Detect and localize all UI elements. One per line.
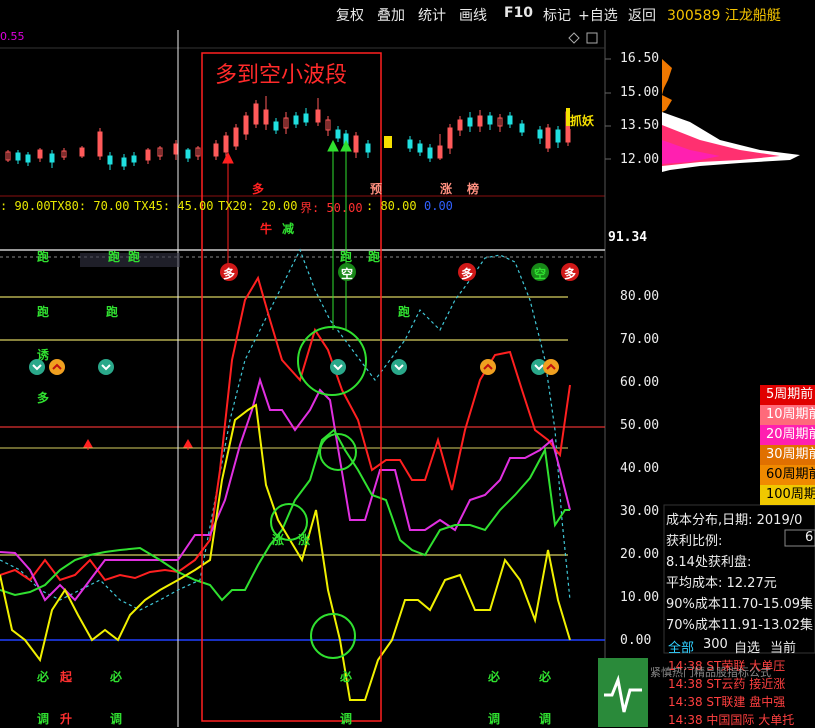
signal-bi: 必	[110, 670, 123, 684]
signal-pao: 跑	[108, 250, 121, 264]
signal-pao: 跑	[106, 305, 119, 319]
ticker-row[interactable]: 14:38 中国国际 大单托	[668, 711, 794, 728]
magenta-series	[0, 376, 571, 602]
signal-pao: 跑	[37, 305, 50, 319]
indicator-current-value: 91.34	[608, 230, 648, 245]
period-legend-5: 5周期前	[760, 385, 815, 405]
tag-zhang: 涨	[440, 182, 453, 196]
period-legend-60: 60周期前	[760, 465, 815, 485]
signal-duo-green: 多	[37, 391, 50, 405]
legend-item: TX45: 45.00	[134, 199, 214, 213]
signal-bi: 必	[37, 670, 50, 684]
price-tick: 13.50	[620, 118, 660, 133]
signal-tiao: 调	[488, 712, 501, 726]
indicator-tick: 60.00	[620, 375, 660, 390]
cost-70-range: 70%成本11.91-13.02集	[666, 618, 814, 633]
candlesticks	[5, 96, 571, 170]
signal-duo: 多	[223, 267, 236, 281]
tab-watchlist[interactable]: 自选	[734, 637, 760, 656]
average-cost: 平均成本: 12.27元	[666, 576, 777, 591]
signal-zhang: 涨	[298, 533, 311, 547]
tag-bang: 榜	[467, 182, 480, 196]
tag-yu: 预	[370, 182, 383, 196]
profit-ratio-value[interactable]: 6	[805, 530, 813, 545]
price-axis-ticks	[605, 58, 611, 160]
chip-distribution	[662, 59, 800, 172]
green-series	[0, 428, 570, 602]
signal-circles	[270, 326, 367, 659]
signal-duo: 多	[461, 267, 474, 281]
cost-90-range: 90%成本11.70-15.09集	[666, 597, 814, 612]
watermark-text: 紧慎热门精品股指标公式	[650, 666, 771, 679]
signal-balls	[220, 263, 579, 281]
signal-jian: 减	[282, 222, 295, 236]
ticker-row[interactable]: 14:38 ST联建 盘中强	[668, 693, 785, 710]
red-series	[0, 275, 571, 582]
tab-current[interactable]: 当前	[770, 637, 796, 656]
signal-pao: 跑	[340, 250, 353, 264]
signal-tiao: 调	[110, 712, 123, 726]
signal-sheng: 升	[60, 712, 73, 726]
red-arrows	[83, 151, 234, 450]
legend-item: 0.00	[424, 199, 453, 213]
legend-item: : 80.00	[366, 199, 417, 213]
signal-tiao: 调	[37, 712, 50, 726]
diamond-icon	[568, 32, 580, 44]
indicator-tick: 20.00	[620, 547, 660, 562]
signal-pao: 跑	[37, 250, 50, 264]
tag-zhuayao: 抓妖	[570, 112, 595, 129]
indicator-tick: 40.00	[620, 461, 660, 476]
legend-item: TX80: 70.00	[50, 199, 130, 213]
period-legend-20: 20周期前	[760, 425, 815, 445]
signal-you: 诱	[37, 348, 50, 362]
signal-qi: 起	[60, 670, 73, 684]
indicator-tick: 70.00	[620, 332, 660, 347]
tag-duo-price: 多	[252, 182, 265, 196]
indicator-tick: 50.00	[620, 418, 660, 433]
period-legend-30: 30周期前	[760, 445, 815, 465]
profit-at-price: 8.14处获利盘:	[666, 555, 752, 570]
signal-pao: 跑	[128, 250, 141, 264]
tab-all[interactable]: 全部	[668, 637, 694, 656]
legend-item: : 90.00	[0, 199, 51, 213]
annotation-title: 多到空小波段	[215, 63, 348, 88]
yellow-series	[0, 403, 571, 701]
signal-pao: 跑	[398, 305, 411, 319]
period-legend-100: 100周期前	[760, 485, 815, 505]
brand-logo-bg	[598, 658, 648, 727]
signal-bi: 必	[340, 670, 353, 684]
period-legend-10: 10周期前	[760, 405, 815, 425]
signal-niu: 牛	[260, 222, 273, 236]
indicator-tick: 10.00	[620, 590, 660, 605]
signal-zhang: 涨	[272, 533, 285, 547]
signal-tiao: 调	[340, 712, 353, 726]
indicator-tick: 80.00	[620, 289, 660, 304]
indicator-tick: 30.00	[620, 504, 660, 519]
window-icon	[586, 32, 598, 44]
signal-tiao: 调	[539, 712, 552, 726]
tab-300[interactable]: 300	[703, 637, 728, 652]
signal-bi: 必	[539, 670, 552, 684]
price-tick: 15.00	[620, 85, 660, 100]
legend-item: 界: 50.00	[300, 201, 363, 215]
signal-bi: 必	[488, 670, 501, 684]
price-tick: 16.50	[620, 51, 660, 66]
legend-item: TX20: 20.00	[218, 199, 298, 213]
indicator-tick: 0.00	[620, 633, 652, 648]
profit-ratio-label: 获利比例:	[666, 534, 723, 549]
cost-date-line: 成本分布,日期: 2019/0	[666, 513, 803, 528]
signal-kong: 空	[341, 267, 354, 281]
green-arrows	[327, 139, 352, 330]
price-tick: 12.00	[620, 152, 660, 167]
signal-pao: 跑	[368, 250, 381, 264]
signal-duo: 多	[564, 267, 577, 281]
yellow-candle	[384, 136, 392, 148]
signal-kong: 空	[534, 267, 547, 281]
